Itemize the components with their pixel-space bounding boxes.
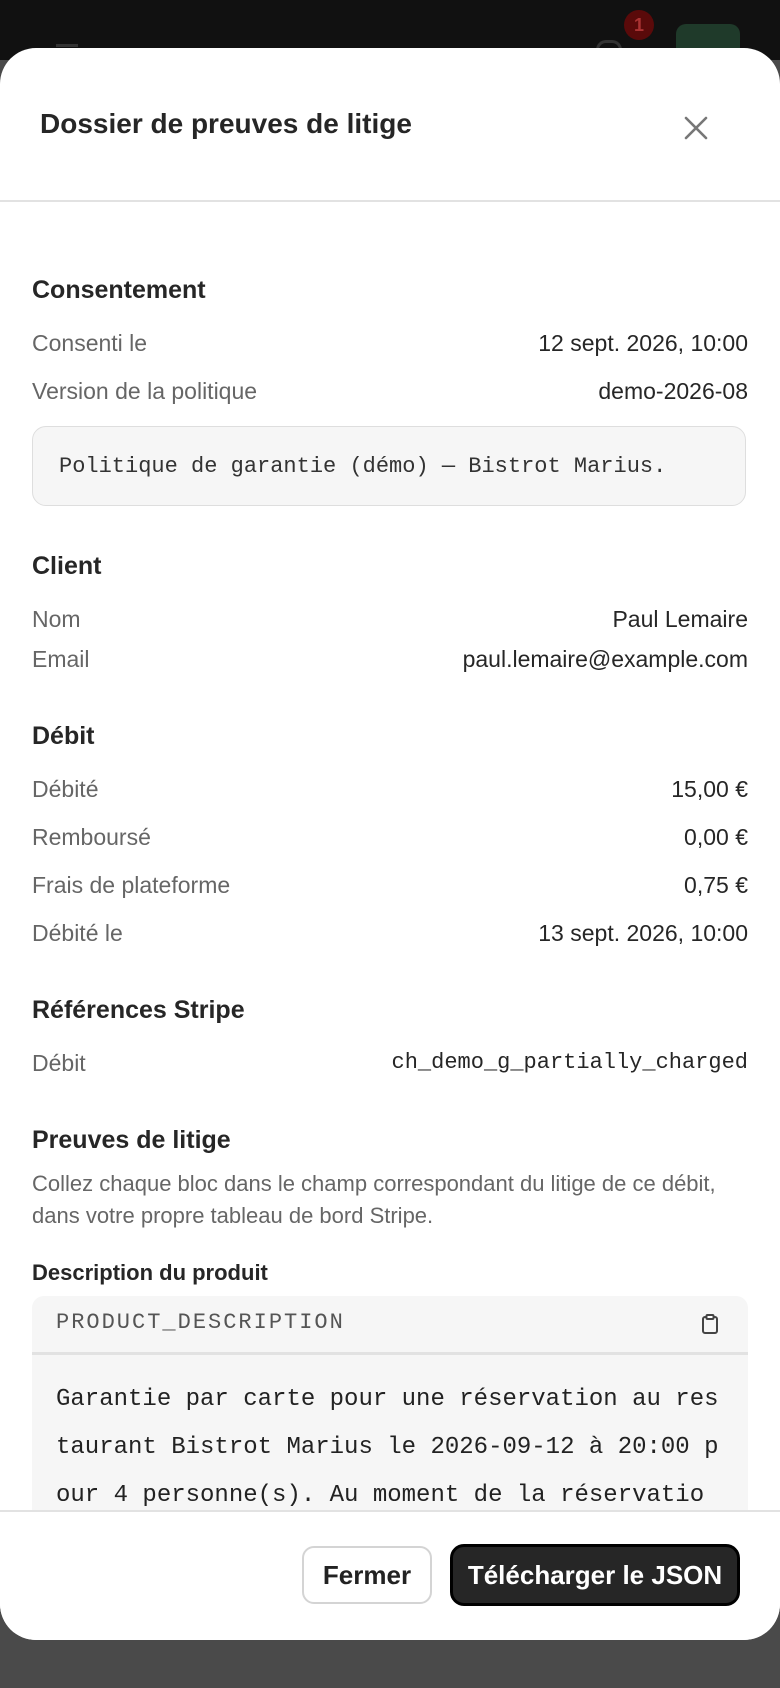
evidence-hint: Collez chaque bloc dans le champ corresp… xyxy=(32,1171,716,1228)
dispute-evidence-modal: Dossier de preuves de litige Consentemen… xyxy=(0,48,780,1640)
stripe-charge-label: Débit xyxy=(32,1050,86,1076)
code-block-header: PRODUCT_DESCRIPTION xyxy=(32,1296,748,1355)
refunded-amount-row: Remboursé 0,00 € xyxy=(32,824,748,856)
evidence-section-title: Preuves de litige xyxy=(32,1126,231,1154)
client-name-value: Paul Lemaire xyxy=(612,606,748,632)
client-email-row: Email paul.lemaire@example.com xyxy=(32,646,748,678)
charged-amount-value: 15,00 € xyxy=(671,776,748,802)
modal-header: Dossier de preuves de litige xyxy=(0,48,780,202)
platform-fee-value: 0,75 € xyxy=(684,872,748,898)
policy-version-value: demo-2026-08 xyxy=(598,378,748,404)
modal-footer: Fermer Télécharger le JSON xyxy=(0,1510,780,1640)
platform-fee-label: Frais de plateforme xyxy=(32,872,231,898)
copy-button[interactable] xyxy=(698,1312,722,1336)
consented-at-value: 12 sept. 2026, 10:00 xyxy=(538,330,748,356)
evidence-field-key: PRODUCT_DESCRIPTION xyxy=(56,1310,345,1335)
evidence-text: Garantie par carte pour une réservation … xyxy=(56,1386,719,1509)
policy-version-label: Version de la politique xyxy=(32,378,258,404)
charged-at-value: 13 sept. 2026, 10:00 xyxy=(538,920,748,946)
close-footer-button[interactable]: Fermer xyxy=(302,1546,432,1604)
charged-at-row: Débité le 13 sept. 2026, 10:00 xyxy=(32,920,748,952)
product-description-block: PRODUCT_DESCRIPTION Garantie par carte p… xyxy=(32,1296,748,1510)
charged-amount-label: Débité xyxy=(32,776,99,802)
client-email-label: Email xyxy=(32,646,90,672)
platform-fee-row: Frais de plateforme 0,75 € xyxy=(32,872,748,904)
client-name-label: Nom xyxy=(32,606,81,632)
clipboard-icon xyxy=(702,1314,718,1334)
modal-body[interactable]: Consentement Consenti le 12 sept. 2026, … xyxy=(0,202,780,1510)
modal-title: Dossier de preuves de litige xyxy=(40,108,412,139)
client-name-row: Nom Paul Lemaire xyxy=(32,606,748,638)
charge-section-title: Débit xyxy=(32,722,95,750)
stripe-section-title: Références Stripe xyxy=(32,996,245,1024)
consent-section-title: Consentement xyxy=(32,276,206,304)
charged-amount-row: Débité 15,00 € xyxy=(32,776,748,808)
policy-text-box: Politique de garantie (démo) — Bistrot M… xyxy=(32,426,746,506)
refunded-amount-value: 0,00 € xyxy=(684,824,748,850)
stripe-charge-id: ch_demo_g_partially_charged xyxy=(391,1050,748,1075)
refunded-amount-label: Remboursé xyxy=(32,824,151,850)
policy-version-row: Version de la politique demo-2026-08 xyxy=(32,378,748,410)
product-description-label: Description du produit xyxy=(32,1260,268,1285)
client-email-value: paul.lemaire@example.com xyxy=(462,646,748,672)
client-section-title: Client xyxy=(32,552,102,580)
close-button[interactable] xyxy=(672,104,720,152)
stripe-charge-row: Débit ch_demo_g_partially_charged xyxy=(32,1050,748,1082)
close-icon xyxy=(684,116,708,140)
consented-at-row: Consenti le 12 sept. 2026, 10:00 xyxy=(32,330,748,362)
consented-at-label: Consenti le xyxy=(32,330,148,356)
download-json-button[interactable]: Télécharger le JSON xyxy=(450,1544,740,1606)
charged-at-label: Débité le xyxy=(32,920,123,946)
notification-badge: 1 xyxy=(624,10,654,40)
backdrop xyxy=(0,1640,780,1688)
